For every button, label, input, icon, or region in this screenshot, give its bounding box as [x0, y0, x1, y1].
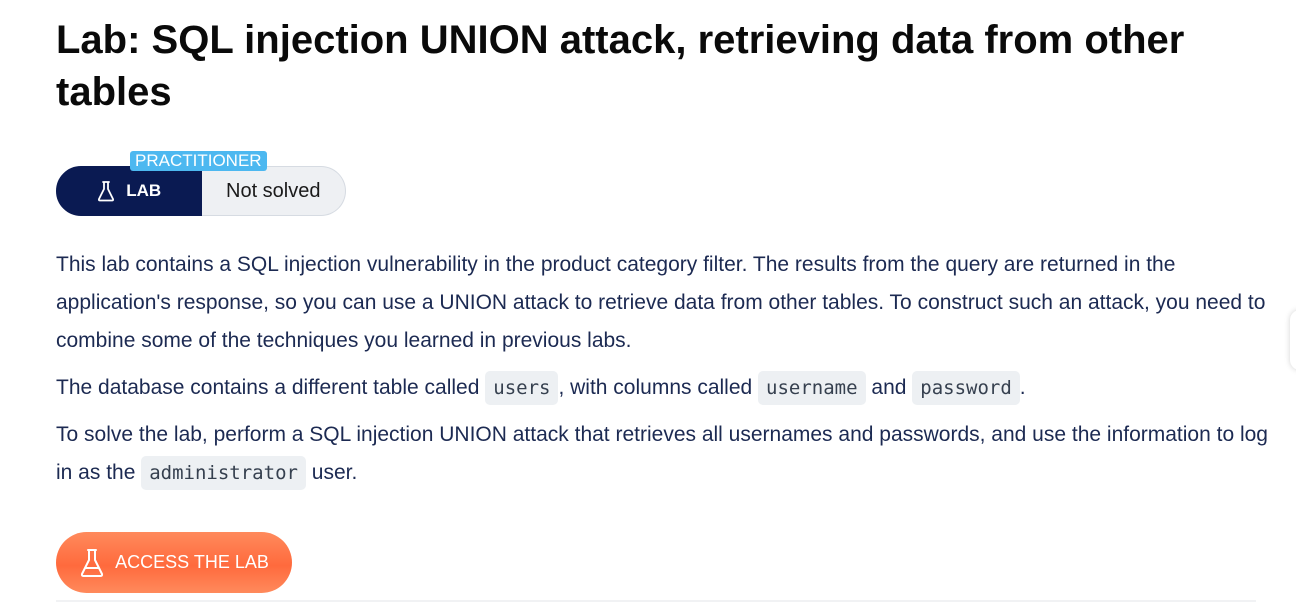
lab-status-widget: PRACTITIONER LAB Not solved [56, 151, 346, 216]
lab-type-label: LAB [126, 181, 162, 200]
description-text: , with columns called [558, 376, 759, 399]
page-title: Lab: SQL injection UNION attack, retriev… [56, 18, 1185, 114]
description-text: user. [305, 461, 358, 484]
lab-description: This lab contains a SQL injection vulner… [56, 246, 1281, 492]
section-divider [56, 600, 1256, 602]
inline-code-username: username [758, 371, 866, 405]
solved-status-label: Not solved [226, 179, 321, 202]
flask-icon [79, 548, 105, 578]
access-lab-button[interactable]: ACCESS THE LAB [56, 532, 292, 593]
inline-code-password: password [912, 371, 1020, 405]
inline-code-administrator: administrator [141, 456, 306, 490]
description-text: The database contains a different table … [56, 376, 486, 399]
description-paragraph: This lab contains a SQL injection vulner… [56, 253, 1266, 352]
side-scroll-handle[interactable] [1290, 310, 1296, 370]
lab-type-pill: LAB [56, 166, 202, 216]
description-paragraph: To solve the lab, perform a SQL injectio… [56, 416, 1281, 492]
access-lab-label: ACCESS THE LAB [115, 552, 269, 572]
flask-icon [96, 180, 116, 202]
lab-header: Lab: SQL injection UNION attack, retriev… [56, 0, 1286, 593]
description-text: . [1019, 376, 1026, 399]
inline-code-users: users [485, 371, 559, 405]
description-text: and [865, 376, 913, 399]
description-paragraph: The database contains a different table … [56, 369, 1281, 407]
solved-status-pill: Not solved [201, 166, 346, 216]
level-badge: PRACTITIONER [130, 151, 267, 171]
